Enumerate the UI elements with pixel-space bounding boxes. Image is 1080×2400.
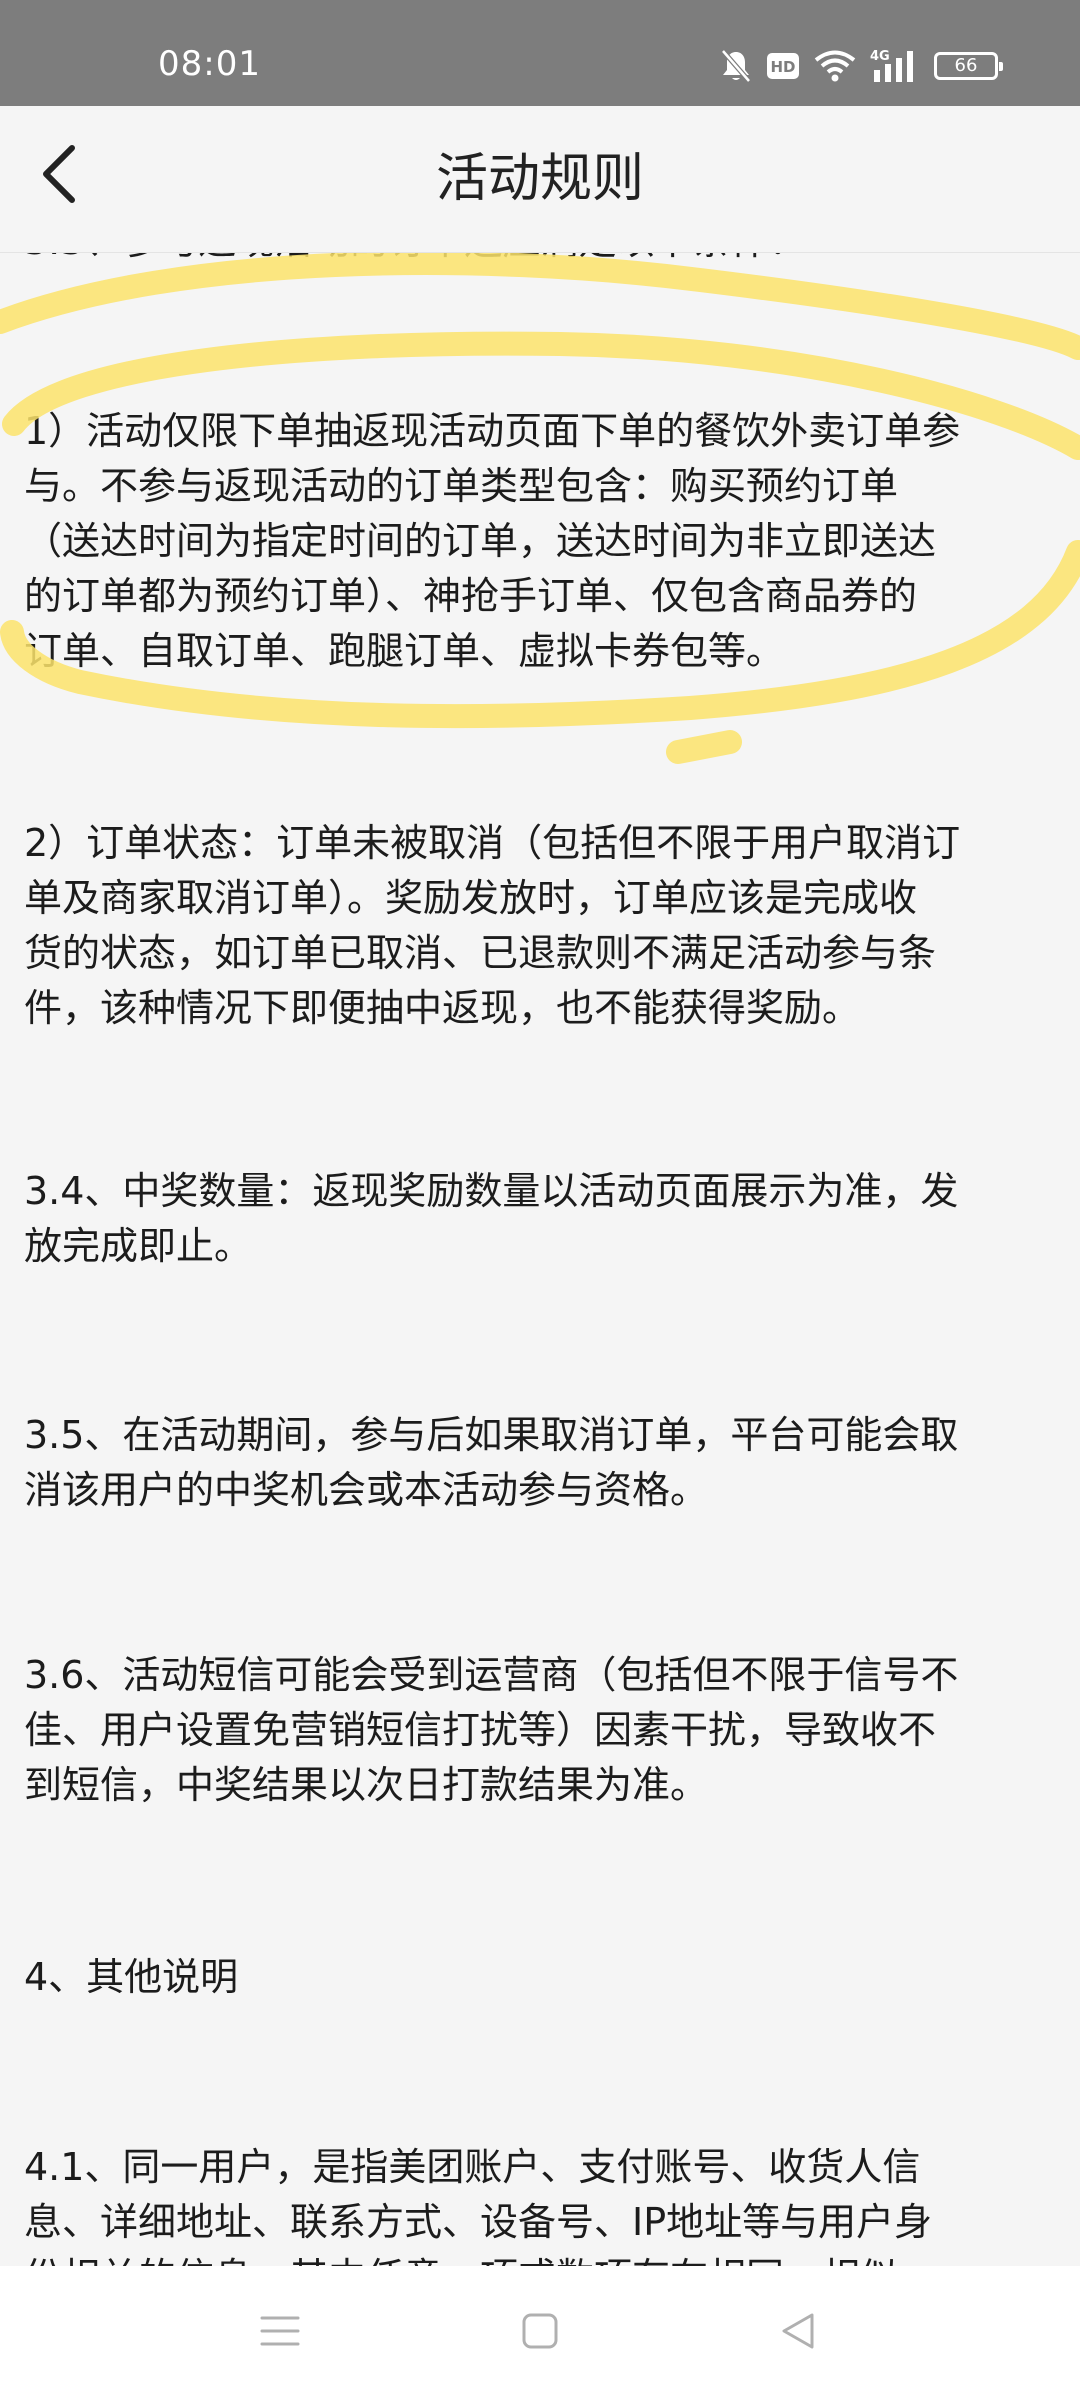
text-line: 3.6、活动短信可能会受到运营商（包括但不限于信号不 xyxy=(24,1653,959,1697)
page-header: 活动规则 xyxy=(0,106,1080,253)
hd-label: HD xyxy=(770,58,795,76)
home-button[interactable] xyxy=(510,2306,570,2360)
text-line: 货的状态，如订单已取消、已退款则不满足活动参与条 xyxy=(24,931,937,975)
status-icons: HD 4G 66 xyxy=(720,46,1003,86)
network-label: 4G xyxy=(870,49,890,64)
rule-paragraph-3-5: 3.5、在活动期间，参与后如果取消订单，平台可能会取 消该用户的中奖机会或本活动… xyxy=(24,1408,1064,1518)
text-line: 件，该种情况下即便抽中返现，也不能获得奖励。 xyxy=(24,986,861,1030)
text-line: 4、其他说明 xyxy=(24,1955,239,1999)
text-line: 单及商家取消订单）。奖励发放时，订单应该是完成收 xyxy=(24,876,918,920)
text-line: 订单、自取订单、跑腿订单、虚拟卡券包等。 xyxy=(24,629,785,673)
system-nav-bar xyxy=(0,2266,1080,2400)
back-triangle-icon xyxy=(778,2311,818,2355)
text-line: 2）订单状态：订单未被取消（包括但不限于用户取消订 xyxy=(24,821,961,865)
rules-content[interactable]: 3.3、参与返现活动的订单还应满足以下条件： 1）活动仅限下单抽返现活动页面下单… xyxy=(0,252,1080,2266)
text-line: 佳、用户设置免营销短信打扰等）因素干扰，导致收不 xyxy=(24,1708,937,1752)
mute-bell-icon xyxy=(720,49,752,83)
signal-4g-icon: 4G xyxy=(870,48,920,84)
status-bar: 08:01 HD 4G 66 xyxy=(0,0,1080,106)
rule-paragraph-3-3-2: 2）订单状态：订单未被取消（包括但不限于用户取消订 单及商家取消订单）。奖励发放… xyxy=(24,816,1064,1036)
text-line: 3.3、参与返现活动的订单还应满足以下条件： xyxy=(24,252,1064,269)
wifi-icon xyxy=(814,49,856,83)
rule-paragraph-3-6: 3.6、活动短信可能会受到运营商（包括但不限于信号不 佳、用户设置免营销短信打扰… xyxy=(24,1648,1064,1813)
text-line: （送达时间为指定时间的订单，送达时间为非立即送达 xyxy=(24,519,937,563)
rule-paragraph-3-3-1: 1）活动仅限下单抽返现活动页面下单的餐饮外卖订单参 与。不参与返现活动的订单类型… xyxy=(24,404,1064,679)
nav-back-button[interactable] xyxy=(768,2306,828,2360)
text-line: 3.4、中奖数量：返现奖励数量以活动页面展示为准，发 xyxy=(24,1169,959,1213)
text-line: 份相关的信息，其中任意一项或数项存在相同、相似 xyxy=(24,2250,1064,2266)
text-line: 1）活动仅限下单抽返现活动页面下单的餐饮外卖订单参 xyxy=(24,409,961,453)
text-line: 的订单都为预约订单）、神抢手订单、仅包含商品券的 xyxy=(24,574,918,618)
recent-apps-button[interactable] xyxy=(250,2306,310,2360)
text-line: 到短信，中奖结果以次日打款结果为准。 xyxy=(24,1763,709,1807)
section-heading-4: 4、其他说明 xyxy=(24,1950,1064,2005)
cut-off-line: 3.3、参与返现活动的订单还应满足以下条件： xyxy=(24,252,1064,269)
status-time: 08:01 xyxy=(158,44,261,84)
home-square-icon xyxy=(520,2311,560,2355)
text-line: 4.1、同一用户，是指美团账户、支付账号、收货人信 xyxy=(24,2145,921,2189)
hd-icon: HD xyxy=(766,52,800,80)
text-line: 放完成即止。 xyxy=(24,1224,253,1268)
page-title: 活动规则 xyxy=(435,149,644,209)
menu-icon xyxy=(260,2311,300,2355)
text-line: 与。不参与返现活动的订单类型包含：购买预约订单 xyxy=(24,464,899,508)
text-line: 息、详细地址、联系方式、设备号、IP地址等与用户身 xyxy=(24,2200,933,2244)
rule-paragraph-4-1: 4.1、同一用户，是指美团账户、支付账号、收货人信 息、详细地址、联系方式、设备… xyxy=(24,2140,1064,2266)
text-line: 消该用户的中奖机会或本活动参与资格。 xyxy=(24,1468,709,1512)
text-line: 3.5、在活动期间，参与后如果取消订单，平台可能会取 xyxy=(24,1413,959,1457)
battery-icon: 66 xyxy=(934,52,1003,80)
rule-paragraph-3-4: 3.4、中奖数量：返现奖励数量以活动页面展示为准，发 放完成即止。 xyxy=(24,1164,1064,1274)
battery-level: 66 xyxy=(954,55,978,76)
